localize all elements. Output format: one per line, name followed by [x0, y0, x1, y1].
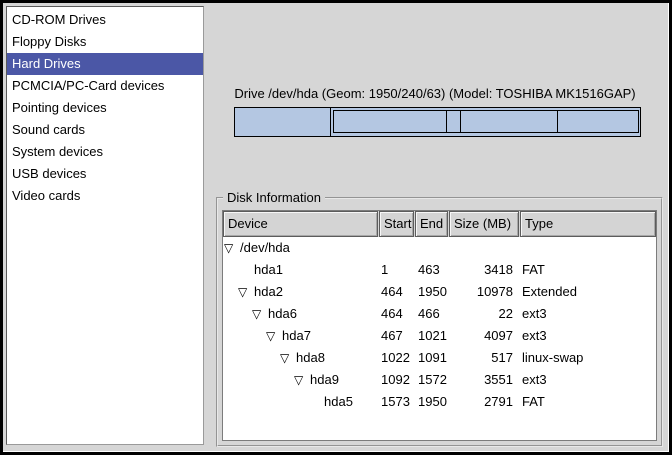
- end-cell: 1572: [413, 369, 446, 391]
- column-header-device[interactable]: Device: [223, 211, 378, 237]
- column-header-type[interactable]: Type: [520, 211, 656, 237]
- start-cell: 467: [378, 325, 413, 347]
- size-cell: 3551: [446, 369, 516, 391]
- end-cell: 1091: [413, 347, 446, 369]
- table-row-hda5[interactable]: ▽hda5 1573 1950 2791 FAT: [223, 391, 656, 413]
- tree-indent: [223, 336, 265, 337]
- tree-indent: [223, 402, 307, 403]
- expander-icon[interactable]: ▽: [265, 325, 282, 347]
- sidebar-item-usb[interactable]: USB devices: [7, 163, 203, 185]
- tree-indent: [223, 380, 293, 381]
- expander-icon[interactable]: ▽: [251, 303, 268, 325]
- device-name: hda9: [310, 369, 339, 391]
- size-cell: 517: [446, 347, 516, 369]
- start-cell: 1092: [378, 369, 413, 391]
- size-cell: 10978: [446, 281, 516, 303]
- size-cell: 2791: [446, 391, 516, 413]
- type-cell: linux-swap: [516, 347, 656, 369]
- device-name: hda5: [324, 391, 353, 413]
- device-name: hda2: [254, 281, 283, 303]
- size-cell: 4097: [446, 325, 516, 347]
- type-cell: FAT: [516, 391, 656, 413]
- start-cell: 1573: [378, 391, 413, 413]
- device-name: hda6: [268, 303, 297, 325]
- partition-segment-hda1: [235, 108, 331, 136]
- hardware-browser-window: CD-ROM Drives Floppy Disks Hard Drives P…: [0, 0, 672, 455]
- expander-icon[interactable]: ▽: [293, 369, 310, 391]
- end-cell: [413, 237, 446, 259]
- type-cell: FAT: [516, 259, 656, 281]
- partition-extended-hda2: [333, 110, 639, 133]
- partition-bar: [234, 107, 641, 137]
- sidebar-item-cdrom-drives[interactable]: CD-ROM Drives: [7, 9, 203, 31]
- device-name: hda8: [296, 347, 325, 369]
- device-name: hda7: [282, 325, 311, 347]
- sidebar-item-sound-cards[interactable]: Sound cards: [7, 119, 203, 141]
- type-cell: ext3: [516, 369, 656, 391]
- type-cell: ext3: [516, 303, 656, 325]
- table-row-hda1[interactable]: ▽hda1 1 463 3418 FAT: [223, 259, 656, 281]
- size-cell: [446, 237, 516, 259]
- drive-description: Drive /dev/hda (Geom: 1950/240/63) (Mode…: [223, 86, 647, 102]
- tree-indent: [223, 270, 237, 271]
- start-cell: 1: [378, 259, 413, 281]
- column-header-start[interactable]: Start: [379, 211, 414, 237]
- table-row-hda6[interactable]: ▽hda6 464 466 22 ext3: [223, 303, 656, 325]
- expander-icon[interactable]: ▽: [279, 347, 296, 369]
- partition-segment-hda9: [460, 111, 557, 132]
- disk-table: Device Start End Size (MB) Type ▽/dev/hd…: [222, 210, 657, 441]
- disk-table-header: Device Start End Size (MB) Type: [223, 211, 656, 237]
- sidebar-item-system[interactable]: System devices: [7, 141, 203, 163]
- end-cell: 466: [413, 303, 446, 325]
- table-row-dev-hda[interactable]: ▽/dev/hda: [223, 237, 656, 259]
- sidebar-item-pointing[interactable]: Pointing devices: [7, 97, 203, 119]
- expander-icon[interactable]: ▽: [237, 281, 254, 303]
- sidebar-item-video-cards[interactable]: Video cards: [7, 185, 203, 207]
- tree-indent: [223, 314, 251, 315]
- start-cell: 1022: [378, 347, 413, 369]
- end-cell: 463: [413, 259, 446, 281]
- start-cell: [378, 237, 413, 259]
- start-cell: 464: [378, 303, 413, 325]
- table-row-hda2[interactable]: ▽hda2 464 1950 10978 Extended: [223, 281, 656, 303]
- sidebar-item-floppy-disks[interactable]: Floppy Disks: [7, 31, 203, 53]
- table-row-hda8[interactable]: ▽hda8 1022 1091 517 linux-swap: [223, 347, 656, 369]
- expander-icon[interactable]: ▽: [223, 237, 240, 259]
- device-name: hda1: [254, 259, 283, 281]
- disk-table-body: ▽/dev/hda ▽hda1 1 463 3418 FAT: [223, 237, 656, 413]
- type-cell: [516, 237, 656, 259]
- sidebar-item-pcmcia[interactable]: PCMCIA/PC-Card devices: [7, 75, 203, 97]
- table-row-hda9[interactable]: ▽hda9 1092 1572 3551 ext3: [223, 369, 656, 391]
- disk-information-group: Disk Information Device Start End Size (…: [216, 197, 663, 447]
- partition-segment-hda8: [446, 111, 460, 132]
- tree-indent: [223, 292, 237, 293]
- device-name: /dev/hda: [240, 237, 290, 259]
- end-cell: 1950: [413, 391, 446, 413]
- column-header-size[interactable]: Size (MB): [449, 211, 519, 237]
- end-cell: 1950: [413, 281, 446, 303]
- size-cell: 22: [446, 303, 516, 325]
- table-row-hda7[interactable]: ▽hda7 467 1021 4097 ext3: [223, 325, 656, 347]
- start-cell: 464: [378, 281, 413, 303]
- type-cell: ext3: [516, 325, 656, 347]
- sidebar-item-hard-drives[interactable]: Hard Drives: [7, 53, 203, 75]
- partition-segment-hda5: [557, 111, 638, 132]
- device-category-list[interactable]: CD-ROM Drives Floppy Disks Hard Drives P…: [6, 6, 204, 445]
- partition-segment-hda7: [334, 111, 446, 132]
- size-cell: 3418: [446, 259, 516, 281]
- tree-indent: [223, 358, 279, 359]
- type-cell: Extended: [516, 281, 656, 303]
- end-cell: 1021: [413, 325, 446, 347]
- group-title: Disk Information: [223, 190, 325, 206]
- column-header-end[interactable]: End: [415, 211, 448, 237]
